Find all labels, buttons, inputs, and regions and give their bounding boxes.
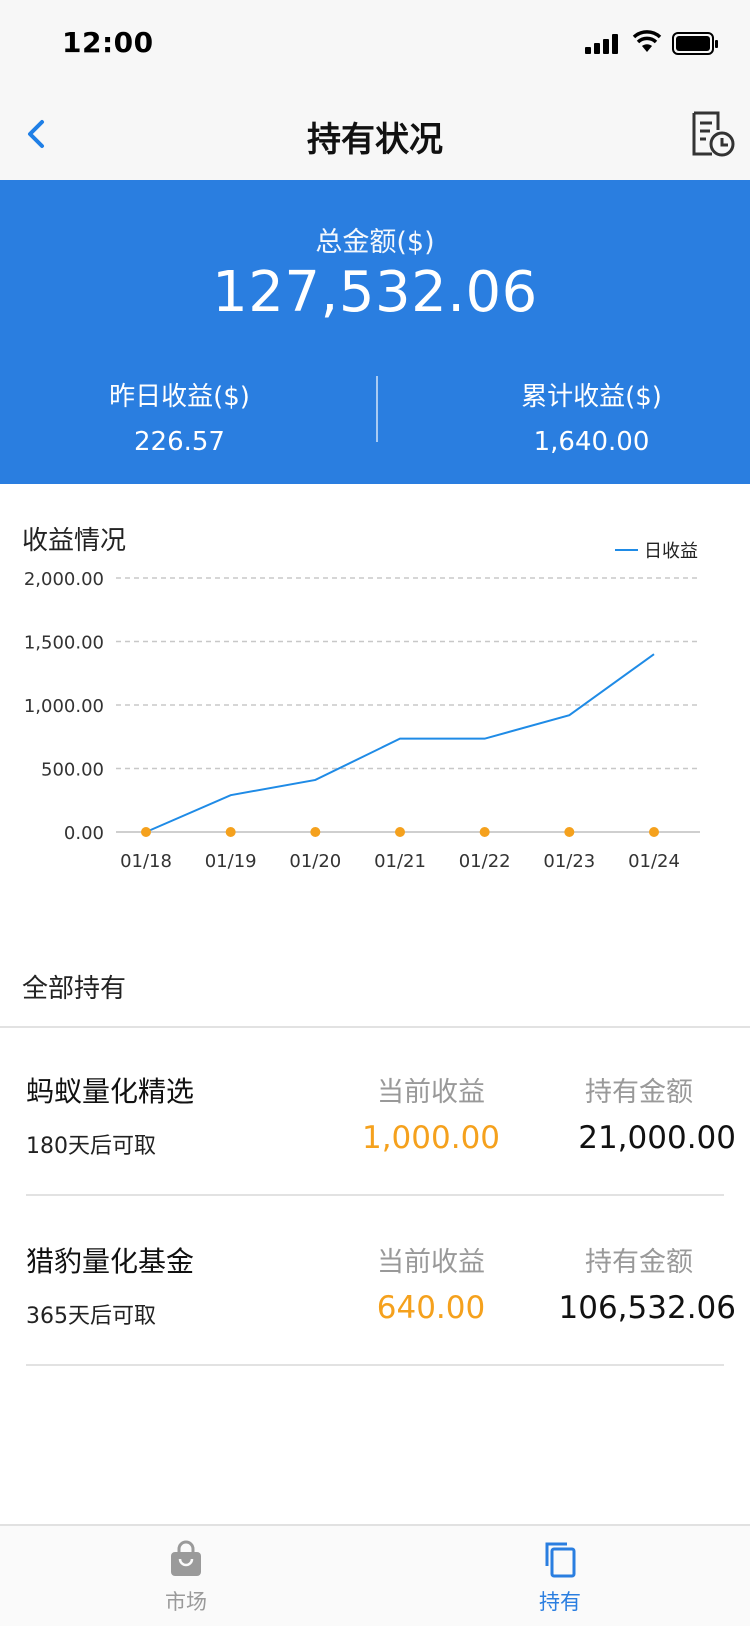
- data-point-marker: [310, 827, 321, 837]
- tab-market[interactable]: 市场: [106, 1540, 266, 1616]
- holdings-section-title: 全部持有: [22, 974, 127, 1004]
- holding-amount-label: 持有金额: [585, 1077, 693, 1108]
- x-tick-label: 01/22: [459, 851, 511, 872]
- total-amount-label: 总金额($): [315, 227, 435, 258]
- x-tick-label: 01/24: [628, 851, 680, 872]
- data-point-marker: [564, 827, 575, 837]
- row-divider: [26, 1194, 724, 1196]
- legend-label: 日收益: [644, 541, 698, 562]
- current-earnings-value: 1,000.00: [361, 1120, 501, 1156]
- data-point-marker: [225, 827, 236, 837]
- cumulative-earnings-value: 1,640.00: [533, 427, 650, 457]
- holding-amount-label: 持有金额: [585, 1247, 693, 1278]
- earnings-chart: 0.00 500.00 1,000.00 1,500.00 2,000.00 01/18 0…: [0, 541, 750, 910]
- copy-icon: [545, 1542, 576, 1578]
- holding-item[interactable]: 蚂蚁量化精选 180天后可取 当前收益 1,000.00 持有金额 21,000…: [26, 1028, 736, 1196]
- x-tick-label: 01/23: [543, 851, 595, 872]
- x-tick-label: 01/18: [120, 851, 172, 872]
- shopping-bag-icon: [171, 1540, 201, 1576]
- status-time: 12:00: [62, 26, 154, 59]
- tab-holdings-label: 持有: [539, 1590, 581, 1614]
- status-bar: 12:00: [0, 0, 750, 88]
- x-tick-label: 01/19: [205, 851, 257, 872]
- tab-bar: 市场 持有: [0, 1524, 750, 1626]
- yesterday-earnings: 昨日收益($) 226.57: [0, 376, 367, 457]
- cumulative-earnings: 累计收益($) 1,640.00: [404, 376, 750, 457]
- data-point-marker: [395, 827, 405, 837]
- balance-summary: 总金额($) 127,532.06 昨日收益($) 226.57 累计收益($)…: [0, 180, 750, 484]
- holding-term: 180天后可取: [26, 1134, 156, 1159]
- holding-amount-value: 106,532.06: [558, 1290, 737, 1326]
- tab-market-label: 市场: [165, 1590, 207, 1614]
- y-tick-label: 1,500.00: [24, 633, 104, 654]
- battery-icon: [672, 32, 718, 55]
- current-earnings-value: 640.00: [376, 1290, 486, 1326]
- tab-holdings[interactable]: 持有: [480, 1540, 640, 1616]
- holding-name: 猎豹量化基金: [26, 1245, 195, 1278]
- earnings-section-title: 收益情况: [22, 526, 127, 556]
- series-line: [145, 653, 655, 833]
- y-tick-label: 0.00: [64, 823, 104, 844]
- holding-item[interactable]: 猎豹量化基金 365天后可取 当前收益 640.00 持有金额 106,532.…: [26, 1198, 736, 1366]
- y-tick-label: 500.00: [41, 760, 104, 781]
- holding-term: 365天后可取: [26, 1304, 156, 1329]
- data-point-marker: [649, 827, 659, 837]
- holding-amount-value: 21,000.00: [578, 1120, 736, 1156]
- earnings-line-chart: 0.00 500.00 1,000.00 1,500.00 2,000.00 01/18 0…: [24, 541, 700, 872]
- cellular-signal-icon: [585, 34, 618, 54]
- row-divider: [26, 1364, 724, 1366]
- x-tick-label: 01/20: [289, 851, 341, 872]
- current-earnings-label: 当前收益: [377, 1077, 485, 1108]
- nav-bar: 持有状况: [0, 88, 750, 180]
- cumulative-earnings-label: 累计收益($): [521, 382, 662, 412]
- x-tick-label: 01/21: [374, 851, 426, 872]
- yesterday-earnings-value: 226.57: [134, 427, 225, 457]
- data-point-marker: [479, 827, 490, 837]
- document-clock-icon[interactable]: [690, 110, 736, 158]
- data-point-marker: [141, 827, 151, 837]
- y-tick-label: 2,000.00: [24, 569, 104, 590]
- total-amount-value: 127,532.06: [212, 260, 538, 325]
- page-title: 持有状况: [307, 120, 443, 160]
- summary-divider: [376, 376, 378, 442]
- holding-name: 蚂蚁量化精选: [26, 1075, 195, 1108]
- yesterday-earnings-label: 昨日收益($): [109, 382, 250, 412]
- y-tick-label: 1,000.00: [24, 696, 104, 717]
- current-earnings-label: 当前收益: [377, 1247, 485, 1278]
- wifi-icon: [632, 30, 662, 52]
